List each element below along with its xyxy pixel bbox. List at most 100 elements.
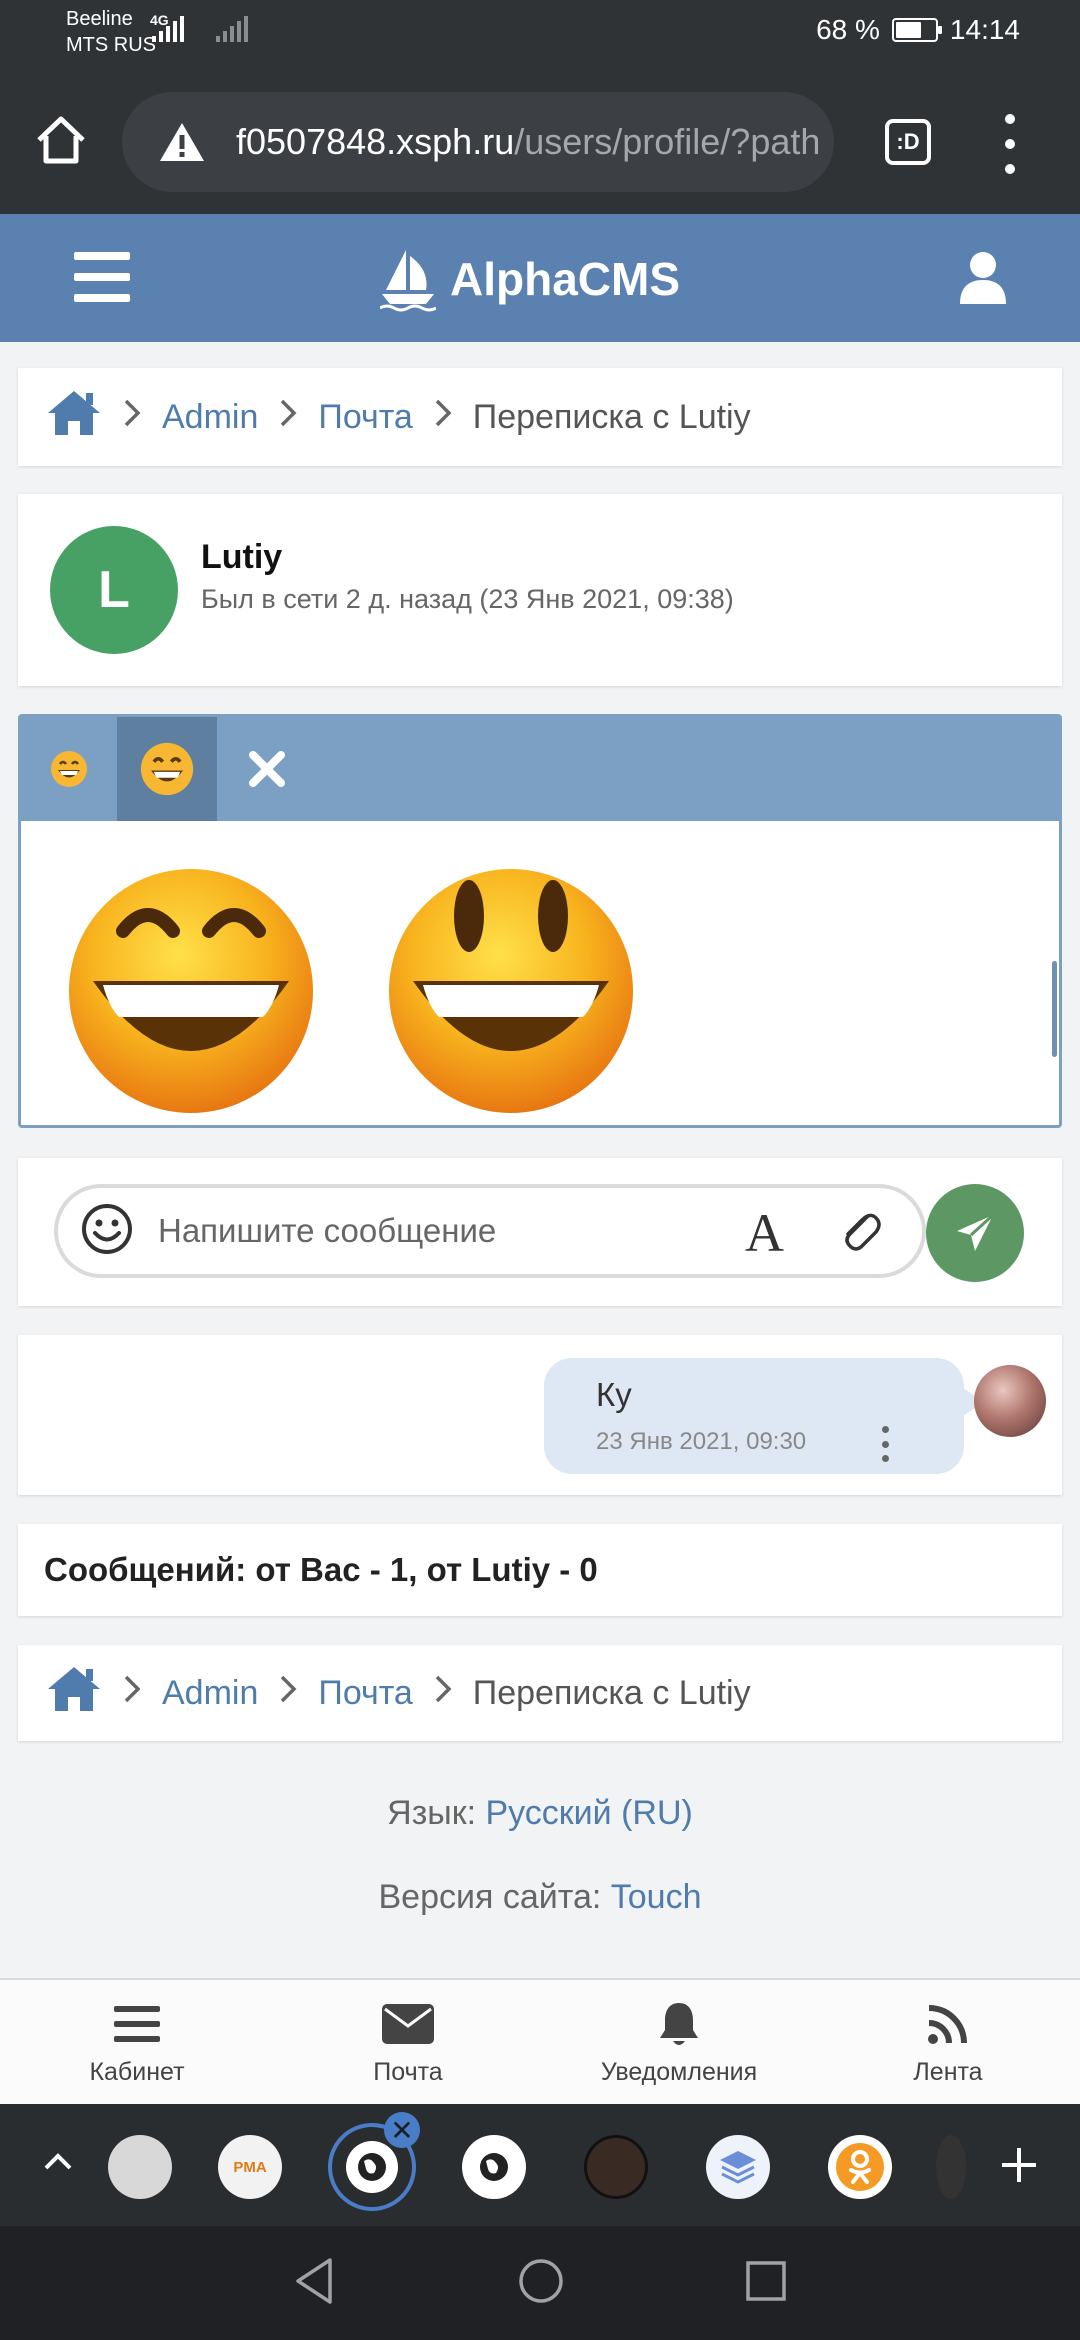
- version-label: Версия сайта:: [378, 1878, 602, 1916]
- hamburger-icon[interactable]: [74, 252, 130, 302]
- nav-feed[interactable]: Лента: [813, 1980, 1080, 2106]
- warning-icon[interactable]: [158, 121, 206, 163]
- contact-status: Был в сети 2 д. назад (23 Янв 2021, 09:3…: [201, 584, 734, 614]
- version-link[interactable]: Touch: [611, 1878, 702, 1916]
- ok-icon: [836, 2143, 884, 2191]
- close-icon: [249, 751, 285, 787]
- contact-card: L Lutiy Был в сети 2 д. назад (23 Янв 20…: [18, 494, 1062, 686]
- breadcrumb-mail[interactable]: Почта: [318, 1674, 412, 1713]
- tab-chip-pma[interactable]: PMA: [218, 2135, 282, 2199]
- close-emoji-panel-button[interactable]: [217, 717, 317, 821]
- smiley-icon[interactable]: [80, 1202, 134, 1261]
- tab-chip-layers[interactable]: [706, 2135, 770, 2199]
- tab-chip-1[interactable]: [108, 2135, 172, 2199]
- grinning-smiling-eyes-emoji[interactable]: [69, 869, 313, 1113]
- url-domain: f0507848.xsph.ru: [236, 121, 515, 162]
- tabs-button[interactable]: :D: [885, 119, 931, 165]
- brand-logo[interactable]: AlphaCMS: [380, 244, 680, 314]
- emoji-tab-2[interactable]: [117, 717, 217, 821]
- smiley-emoji[interactable]: [389, 869, 633, 1113]
- address-bar[interactable]: f0507848.xsph.ru/users/profile/?path: [122, 92, 834, 192]
- envelope-icon: [382, 1996, 434, 2052]
- status-right: 68 % 14:14: [816, 14, 1020, 46]
- browser-tab-strip: PMA ✕: [0, 2104, 1080, 2226]
- sender-avatar[interactable]: [974, 1365, 1046, 1437]
- font-format-icon[interactable]: A: [745, 1202, 784, 1264]
- grinning-emoji-icon: [140, 742, 194, 796]
- site-header: AlphaCMS: [0, 214, 1080, 342]
- system-navigation: [0, 2226, 1080, 2340]
- nav-feed-label: Лента: [913, 2058, 983, 2086]
- home-nav-icon[interactable]: [516, 2256, 566, 2311]
- contact-name[interactable]: Lutiy: [201, 538, 282, 577]
- new-tab-icon[interactable]: [998, 2144, 1040, 2191]
- chevron-right-icon: [122, 398, 142, 437]
- bell-icon: [657, 1996, 701, 2052]
- clock: 14:14: [949, 14, 1020, 45]
- site-bottom-nav: Кабинет Почта Уведомления Лента: [0, 1978, 1080, 2104]
- more-vert-icon[interactable]: [990, 114, 1030, 174]
- breadcrumb-current: Переписка с Lutiy: [472, 1673, 751, 1712]
- grinning-emoji-icon: [51, 751, 87, 787]
- tab-chip-4[interactable]: [584, 2135, 648, 2199]
- brand-name: AlphaCMS: [450, 253, 680, 305]
- nav-notifications-label: Уведомления: [600, 2058, 758, 2086]
- message-time: 23 Янв 2021, 09:30: [596, 1428, 807, 1455]
- globe-icon: [346, 2141, 398, 2193]
- message-composer: A: [18, 1158, 1062, 1306]
- home-crumb-icon[interactable]: [46, 1665, 102, 1722]
- emoji-grid: [21, 821, 1059, 1125]
- contact-avatar[interactable]: L: [50, 526, 178, 654]
- chevron-right-icon: [433, 1674, 453, 1713]
- list-icon: [114, 1996, 160, 2052]
- language-link[interactable]: Русский (RU): [486, 1794, 693, 1832]
- nav-mail[interactable]: Почта: [273, 1980, 543, 2106]
- chevron-right-icon: [122, 1674, 142, 1713]
- chevron-right-icon: [278, 398, 298, 437]
- message-input-wrapper: A: [54, 1184, 926, 1278]
- emoji-scrollbar[interactable]: [1052, 961, 1057, 1057]
- breadcrumb: Admin Почта Переписка с Lutiy: [18, 368, 1062, 466]
- chevron-up-icon[interactable]: [40, 2144, 76, 2185]
- browser-toolbar: f0507848.xsph.ru/users/profile/?path :D: [0, 64, 1080, 214]
- breadcrumb-mail[interactable]: Почта: [318, 398, 412, 437]
- message-bubble[interactable]: Ку 23 Янв 2021, 09:30: [544, 1358, 984, 1474]
- back-icon[interactable]: [292, 2256, 336, 2311]
- user-icon[interactable]: [958, 250, 1008, 311]
- home-icon: [37, 116, 85, 164]
- breadcrumb-bottom: Admin Почта Переписка с Lutiy: [18, 1645, 1062, 1741]
- emoji-tab-1[interactable]: [21, 717, 117, 821]
- language-label: Язык:: [387, 1794, 477, 1832]
- url-path: /users/profile/?path: [514, 121, 821, 162]
- message-options-icon[interactable]: [880, 1426, 890, 1462]
- carrier-info: Beeline MTS RUS: [66, 6, 156, 58]
- battery-percent: 68 %: [816, 14, 880, 45]
- signal-2-icon: [216, 14, 248, 42]
- globe-icon: [480, 2153, 508, 2181]
- send-button[interactable]: [926, 1184, 1024, 1282]
- emoji-panel: [18, 714, 1062, 1128]
- tab-chip-partial[interactable]: [936, 2135, 966, 2199]
- breadcrumb-admin[interactable]: Admin: [162, 398, 258, 437]
- carrier-1: Beeline: [66, 8, 133, 30]
- close-tab-icon[interactable]: ✕: [384, 2112, 420, 2148]
- home-button[interactable]: [30, 109, 92, 171]
- emoji-tabs: [21, 717, 1059, 821]
- home-crumb-icon[interactable]: [46, 389, 102, 446]
- paperclip-icon[interactable]: [838, 1208, 882, 1261]
- nav-notifications[interactable]: Уведомления: [544, 1980, 814, 2106]
- sailboat-logo: [380, 250, 436, 312]
- chevron-right-icon: [433, 398, 453, 437]
- chevron-right-icon: [278, 1674, 298, 1713]
- message-input[interactable]: [158, 1212, 678, 1250]
- breadcrumb-admin[interactable]: Admin: [162, 1674, 258, 1713]
- nav-cabinet[interactable]: Кабинет: [2, 1980, 272, 2106]
- battery-icon: [891, 18, 942, 42]
- tabs-label: :D: [896, 129, 920, 154]
- tab-chip-3[interactable]: [462, 2135, 526, 2199]
- tab-chip-ok[interactable]: [828, 2135, 892, 2199]
- recents-icon[interactable]: [744, 2256, 788, 2311]
- send-icon: [957, 1213, 995, 1251]
- nav-mail-label: Почта: [373, 2058, 443, 2086]
- breadcrumb-current: Переписка с Lutiy: [472, 397, 751, 436]
